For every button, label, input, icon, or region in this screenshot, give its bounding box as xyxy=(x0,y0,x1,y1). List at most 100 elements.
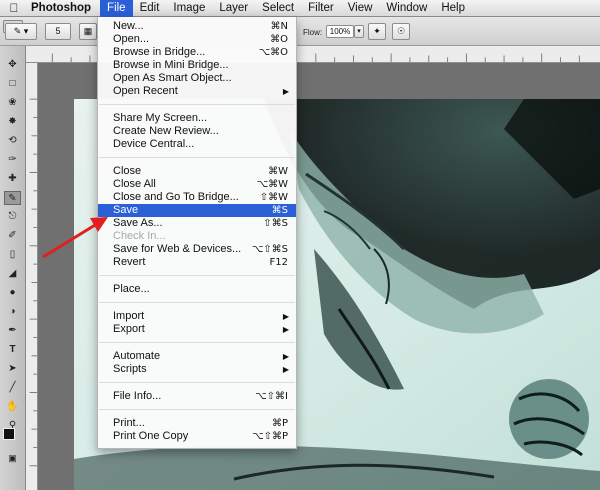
apple-menu-icon[interactable]:  xyxy=(0,1,28,15)
left-ruler xyxy=(26,63,38,490)
menu-separator xyxy=(99,342,295,343)
menu-item-shortcut: ⌥⌘O xyxy=(258,47,288,58)
pen-tool-icon[interactable]: ✒ xyxy=(4,324,21,338)
menu-edit[interactable]: Edit xyxy=(133,0,167,17)
menu-item-open-as-smart-object[interactable]: Open As Smart Object... xyxy=(98,72,296,85)
brush-tool-icon: ✎ ▾ xyxy=(13,26,29,36)
menu-item-print[interactable]: Print... ⌘P xyxy=(98,417,296,430)
airbrush-toggle[interactable]: ✦ xyxy=(368,23,386,40)
flow-value: 100% xyxy=(329,27,351,36)
menu-item-place[interactable]: Place... xyxy=(98,283,296,296)
paint-bucket-tool-icon[interactable]: ◢ xyxy=(4,267,21,281)
menu-item-label: Close xyxy=(113,165,142,177)
dodge-tool-icon[interactable]: ◑ xyxy=(4,305,21,319)
app-menu[interactable]: Photoshop xyxy=(28,2,100,14)
quick-select-tool-icon[interactable]: ✸ xyxy=(4,115,21,129)
menu-item-close-all[interactable]: Close All ⌥⌘W xyxy=(98,178,296,191)
file-menu-dropdown: New... ⌘N Open... ⌘O Browse in Bridge... ⌥⌘… xyxy=(97,17,297,449)
foreground-color-swatch[interactable] xyxy=(3,428,15,440)
menu-item-label: Export xyxy=(113,323,145,335)
menu-item-label: Print One Copy xyxy=(113,430,189,442)
history-brush-tool-icon[interactable]: ✐ xyxy=(4,229,21,243)
submenu-arrow-icon: ▶ xyxy=(282,312,289,321)
crop-tool-icon[interactable]: ⟲ xyxy=(4,134,21,148)
menu-item-shortcut: ⌥⌘W xyxy=(256,179,288,190)
line-tool-icon[interactable]: ╱ xyxy=(4,381,21,395)
eraser-tool-icon[interactable]: ▯ xyxy=(4,248,21,262)
menu-file[interactable]: File xyxy=(100,0,133,17)
tablet-pressure-toggle[interactable]: ☉ xyxy=(392,23,410,40)
hand-tool-icon[interactable]: ✋ xyxy=(4,400,21,414)
submenu-arrow-icon: ▶ xyxy=(282,87,289,96)
brush-size-picker[interactable]: 5 xyxy=(45,23,71,40)
menu-item-browse-in-bridge[interactable]: Browse in Bridge... ⌥⌘O xyxy=(98,46,296,59)
menu-layer[interactable]: Layer xyxy=(212,0,255,17)
brush-panel-toggle[interactable]: ▦ xyxy=(79,23,97,40)
menu-help[interactable]: Help xyxy=(434,0,472,17)
menu-item-file-info[interactable]: File Info... ⌥⇧⌘I xyxy=(98,390,296,403)
menu-item-new[interactable]: New... ⌘N xyxy=(98,20,296,33)
menu-item-device-central[interactable]: Device Central... xyxy=(98,138,296,151)
menu-filter[interactable]: Filter xyxy=(301,0,341,17)
tablet-pressure-icon: ☉ xyxy=(396,26,406,36)
menu-image[interactable]: Image xyxy=(166,0,212,17)
tool-preset-picker[interactable]: ✎ ▾ xyxy=(5,23,37,40)
submenu-arrow-icon: ▶ xyxy=(282,365,289,374)
quick-mask-icon[interactable]: ▣ xyxy=(4,451,21,465)
menu-select[interactable]: Select xyxy=(255,0,301,17)
menu-item-label: Save xyxy=(113,204,139,216)
options-bar: Ps ✎ ▾ 5 ▦ Flow: 100% ▾ ✦ ☉ xyxy=(0,17,600,46)
menu-item-label: Print... xyxy=(113,417,145,429)
menu-item-label: Device Central... xyxy=(113,138,195,150)
menu-item-export[interactable]: Export ▶ xyxy=(98,323,296,336)
blur-tool-icon[interactable]: ● xyxy=(4,286,21,300)
ruler-ticks xyxy=(29,98,37,467)
submenu-arrow-icon: ▶ xyxy=(282,325,289,334)
menu-item-revert[interactable]: Revert F12 xyxy=(98,256,296,269)
menu-item-label: Create New Review... xyxy=(113,125,219,137)
lasso-tool-icon[interactable]: ❀ xyxy=(4,96,21,110)
menu-item-close-and-go-to-bridge[interactable]: Close and Go To Bridge... ⇧⌘W xyxy=(98,191,296,204)
menu-item-label: File Info... xyxy=(113,390,162,402)
menu-item-create-new-review[interactable]: Create New Review... xyxy=(98,125,296,138)
marquee-tool-icon[interactable]: □ xyxy=(4,77,21,91)
menu-view[interactable]: View xyxy=(341,0,380,17)
menu-item-share-my-screen[interactable]: Share My Screen... xyxy=(98,112,296,125)
brush-tool-icon[interactable]: ✎ xyxy=(4,191,21,205)
move-tool-icon[interactable]: ✥ xyxy=(4,58,21,72)
flow-dropdown[interactable]: ▾ xyxy=(354,25,364,38)
menu-item-open[interactable]: Open... ⌘O xyxy=(98,33,296,46)
menu-item-label: Automate xyxy=(113,350,161,362)
menu-window[interactable]: Window xyxy=(379,0,434,17)
menu-item-shortcut: ⌥⇧⌘S xyxy=(251,244,288,255)
menu-item-save[interactable]: Save ⌘S xyxy=(98,204,296,217)
clone-stamp-tool-icon[interactable]: ⎋ xyxy=(4,210,21,224)
menu-item-browse-in-mini-bridge[interactable]: Browse in Mini Bridge... xyxy=(98,59,296,72)
menu-item-print-one-copy[interactable]: Print One Copy ⌥⇧⌘P xyxy=(98,430,296,443)
menu-item-save-as[interactable]: Save As... ⇧⌘S xyxy=(98,217,296,230)
menu-item-label: New... xyxy=(113,20,144,32)
menu-item-label: Scripts xyxy=(113,363,147,375)
menu-item-open-recent[interactable]: Open Recent ▶ xyxy=(98,85,296,98)
menu-item-close[interactable]: Close ⌘W xyxy=(98,165,296,178)
menu-item-label: Open... xyxy=(113,33,150,45)
path-selection-tool-icon[interactable]: ➤ xyxy=(4,362,21,376)
menu-item-import[interactable]: Import ▶ xyxy=(98,310,296,323)
menu-item-label: Close and Go To Bridge... xyxy=(113,191,239,203)
healing-brush-tool-icon[interactable]: ✚ xyxy=(4,172,21,186)
menu-item-automate[interactable]: Automate ▶ xyxy=(98,350,296,363)
tools-panel: ✥ □ ❀ ✸ ⟲ ✑ ✚ ✎ ⎋ ✐ ▯ ◢ ● ◑ ✒ T ➤ ╱ ✋ ⚲ … xyxy=(0,46,26,490)
flow-input[interactable]: 100% xyxy=(326,25,354,38)
brush-size-value: 5 xyxy=(55,26,61,36)
menu-item-shortcut: ⌘P xyxy=(271,418,288,429)
type-tool-icon[interactable]: T xyxy=(4,343,21,357)
menu-item-label: Share My Screen... xyxy=(113,112,208,124)
eyedropper-tool-icon[interactable]: ✑ xyxy=(4,153,21,167)
menu-item-scripts[interactable]: Scripts ▶ xyxy=(98,363,296,376)
menu-item-save-for-web[interactable]: Save for Web & Devices... ⌥⇧⌘S xyxy=(98,243,296,256)
menu-item-label: Revert xyxy=(113,256,146,268)
menu-separator xyxy=(99,382,295,383)
menu-item-shortcut: ⌘O xyxy=(270,34,288,45)
airbrush-icon: ✦ xyxy=(373,26,381,36)
menu-item-shortcut: ⌘S xyxy=(271,205,288,216)
